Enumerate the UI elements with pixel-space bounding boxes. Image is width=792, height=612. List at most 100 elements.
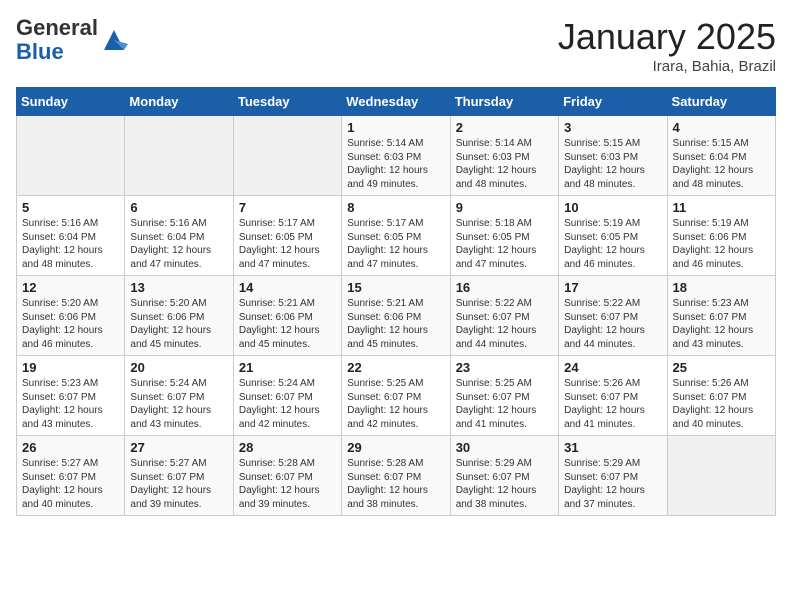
- day-info: Sunrise: 5:22 AMSunset: 6:07 PMDaylight:…: [456, 297, 553, 351]
- day-info: Sunrise: 5:23 AMSunset: 6:07 PMDaylight:…: [22, 377, 119, 431]
- day-info: Sunrise: 5:27 AMSunset: 6:07 PMDaylight:…: [130, 457, 227, 511]
- day-cell: 20 Sunrise: 5:24 AMSunset: 6:07 PMDayligh…: [125, 356, 233, 436]
- day-number: 20: [130, 360, 227, 375]
- weekday-friday: Friday: [559, 88, 667, 116]
- weekday-tuesday: Tuesday: [233, 88, 341, 116]
- day-info: Sunrise: 5:23 AMSunset: 6:07 PMDaylight:…: [673, 297, 770, 351]
- week-row-3: 12 Sunrise: 5:20 AMSunset: 6:06 PMDayligh…: [17, 276, 776, 356]
- day-cell: 29 Sunrise: 5:28 AMSunset: 6:07 PMDayligh…: [342, 436, 450, 516]
- day-number: 30: [456, 440, 553, 455]
- day-cell: 30 Sunrise: 5:29 AMSunset: 6:07 PMDayligh…: [450, 436, 558, 516]
- day-number: 22: [347, 360, 444, 375]
- page-header: General Blue January 2025 Irara, Bahia, …: [16, 16, 776, 75]
- day-cell: 7Sunrise: 5:17 AMSunset: 6:05 PMDaylight…: [233, 196, 341, 276]
- weekday-saturday: Saturday: [667, 88, 775, 116]
- day-cell: 27 Sunrise: 5:27 AMSunset: 6:07 PMDayligh…: [125, 436, 233, 516]
- day-number: 27: [130, 440, 227, 455]
- day-info: Sunrise: 5:25 AMSunset: 6:07 PMDaylight:…: [456, 377, 553, 431]
- day-cell: 11Sunrise: 5:19 AMSunset: 6:06 PMDayligh…: [667, 196, 775, 276]
- day-info: Sunrise: 5:27 AMSunset: 6:07 PMDaylight:…: [22, 457, 119, 511]
- day-number: 5: [22, 200, 119, 215]
- day-number: 7: [239, 200, 336, 215]
- logo-blue: Blue: [16, 39, 64, 64]
- day-number: 24: [564, 360, 661, 375]
- logo-icon: [100, 26, 128, 54]
- day-cell: 31 Sunrise: 5:29 AMSunset: 6:07 PMDayligh…: [559, 436, 667, 516]
- day-number: 8: [347, 200, 444, 215]
- day-number: 12: [22, 280, 119, 295]
- day-number: 1: [347, 120, 444, 135]
- day-info: Sunrise: 5:20 AMSunset: 6:06 PMDaylight:…: [22, 297, 119, 351]
- day-info: Sunrise: 5:29 AMSunset: 6:07 PMDaylight:…: [456, 457, 553, 511]
- title-block: January 2025 Irara, Bahia, Brazil: [558, 16, 776, 75]
- week-row-4: 19 Sunrise: 5:23 AMSunset: 6:07 PMDayligh…: [17, 356, 776, 436]
- day-info: Sunrise: 5:15 AMSunset: 6:03 PMDaylight:…: [564, 137, 661, 191]
- day-info: Sunrise: 5:28 AMSunset: 6:07 PMDaylight:…: [239, 457, 336, 511]
- day-cell: 2 Sunrise: 5:14 AMSunset: 6:03 PMDaylight…: [450, 116, 558, 196]
- day-cell: 15 Sunrise: 5:21 AMSunset: 6:06 PMDayligh…: [342, 276, 450, 356]
- day-info: Sunrise: 5:29 AMSunset: 6:07 PMDaylight:…: [564, 457, 661, 511]
- day-number: 4: [673, 120, 770, 135]
- weekday-header-row: SundayMondayTuesdayWednesdayThursdayFrid…: [17, 88, 776, 116]
- day-cell: 14Sunrise: 5:21 AMSunset: 6:06 PMDayligh…: [233, 276, 341, 356]
- day-number: 29: [347, 440, 444, 455]
- day-cell: 22 Sunrise: 5:25 AMSunset: 6:07 PMDayligh…: [342, 356, 450, 436]
- day-info: Sunrise: 5:18 AMSunset: 6:05 PMDaylight:…: [456, 217, 553, 271]
- day-number: 21: [239, 360, 336, 375]
- calendar-title: January 2025: [558, 16, 776, 58]
- day-number: 31: [564, 440, 661, 455]
- day-number: 14: [239, 280, 336, 295]
- day-number: 19: [22, 360, 119, 375]
- day-cell: 6Sunrise: 5:16 AMSunset: 6:04 PMDaylight…: [125, 196, 233, 276]
- day-info: Sunrise: 5:16 AMSunset: 6:04 PMDaylight:…: [130, 217, 227, 271]
- day-info: Sunrise: 5:17 AMSunset: 6:05 PMDaylight:…: [347, 217, 444, 271]
- day-info: Sunrise: 5:24 AMSunset: 6:07 PMDaylight:…: [239, 377, 336, 431]
- calendar-header: SundayMondayTuesdayWednesdayThursdayFrid…: [17, 88, 776, 116]
- logo-general: General: [16, 15, 98, 40]
- day-cell: [233, 116, 341, 196]
- week-row-1: 1 Sunrise: 5:14 AMSunset: 6:03 PMDaylight…: [17, 116, 776, 196]
- day-cell: [125, 116, 233, 196]
- day-info: Sunrise: 5:25 AMSunset: 6:07 PMDaylight:…: [347, 377, 444, 431]
- day-cell: 24Sunrise: 5:26 AMSunset: 6:07 PMDayligh…: [559, 356, 667, 436]
- day-cell: 1 Sunrise: 5:14 AMSunset: 6:03 PMDaylight…: [342, 116, 450, 196]
- day-cell: 23 Sunrise: 5:25 AMSunset: 6:07 PMDayligh…: [450, 356, 558, 436]
- day-info: Sunrise: 5:14 AMSunset: 6:03 PMDaylight:…: [456, 137, 553, 191]
- week-row-2: 5 Sunrise: 5:16 AMSunset: 6:04 PMDaylight…: [17, 196, 776, 276]
- day-cell: 13 Sunrise: 5:20 AMSunset: 6:06 PMDayligh…: [125, 276, 233, 356]
- day-number: 16: [456, 280, 553, 295]
- day-cell: 9 Sunrise: 5:18 AMSunset: 6:05 PMDaylight…: [450, 196, 558, 276]
- weekday-wednesday: Wednesday: [342, 88, 450, 116]
- day-number: 23: [456, 360, 553, 375]
- week-row-5: 26 Sunrise: 5:27 AMSunset: 6:07 PMDayligh…: [17, 436, 776, 516]
- day-cell: 3Sunrise: 5:15 AMSunset: 6:03 PMDaylight…: [559, 116, 667, 196]
- day-number: 25: [673, 360, 770, 375]
- day-info: Sunrise: 5:22 AMSunset: 6:07 PMDaylight:…: [564, 297, 661, 351]
- day-number: 26: [22, 440, 119, 455]
- logo: General Blue: [16, 16, 128, 64]
- day-cell: 5Sunrise: 5:16 AMSunset: 6:04 PMDaylight…: [17, 196, 125, 276]
- day-number: 9: [456, 200, 553, 215]
- day-number: 2: [456, 120, 553, 135]
- weekday-monday: Monday: [125, 88, 233, 116]
- day-info: Sunrise: 5:14 AMSunset: 6:03 PMDaylight:…: [347, 137, 444, 191]
- day-info: Sunrise: 5:19 AMSunset: 6:05 PMDaylight:…: [564, 217, 661, 271]
- day-number: 13: [130, 280, 227, 295]
- day-number: 15: [347, 280, 444, 295]
- day-info: Sunrise: 5:20 AMSunset: 6:06 PMDaylight:…: [130, 297, 227, 351]
- day-cell: 26 Sunrise: 5:27 AMSunset: 6:07 PMDayligh…: [17, 436, 125, 516]
- calendar-body: 1 Sunrise: 5:14 AMSunset: 6:03 PMDaylight…: [17, 116, 776, 516]
- weekday-thursday: Thursday: [450, 88, 558, 116]
- day-info: Sunrise: 5:21 AMSunset: 6:06 PMDaylight:…: [347, 297, 444, 351]
- day-number: 18: [673, 280, 770, 295]
- day-number: 17: [564, 280, 661, 295]
- calendar-table: SundayMondayTuesdayWednesdayThursdayFrid…: [16, 87, 776, 516]
- day-cell: 8 Sunrise: 5:17 AMSunset: 6:05 PMDaylight…: [342, 196, 450, 276]
- day-info: Sunrise: 5:24 AMSunset: 6:07 PMDaylight:…: [130, 377, 227, 431]
- day-cell: 4Sunrise: 5:15 AMSunset: 6:04 PMDaylight…: [667, 116, 775, 196]
- day-number: 10: [564, 200, 661, 215]
- day-number: 28: [239, 440, 336, 455]
- day-cell: 25 Sunrise: 5:26 AMSunset: 6:07 PMDayligh…: [667, 356, 775, 436]
- day-info: Sunrise: 5:26 AMSunset: 6:07 PMDaylight:…: [673, 377, 770, 431]
- day-info: Sunrise: 5:28 AMSunset: 6:07 PMDaylight:…: [347, 457, 444, 511]
